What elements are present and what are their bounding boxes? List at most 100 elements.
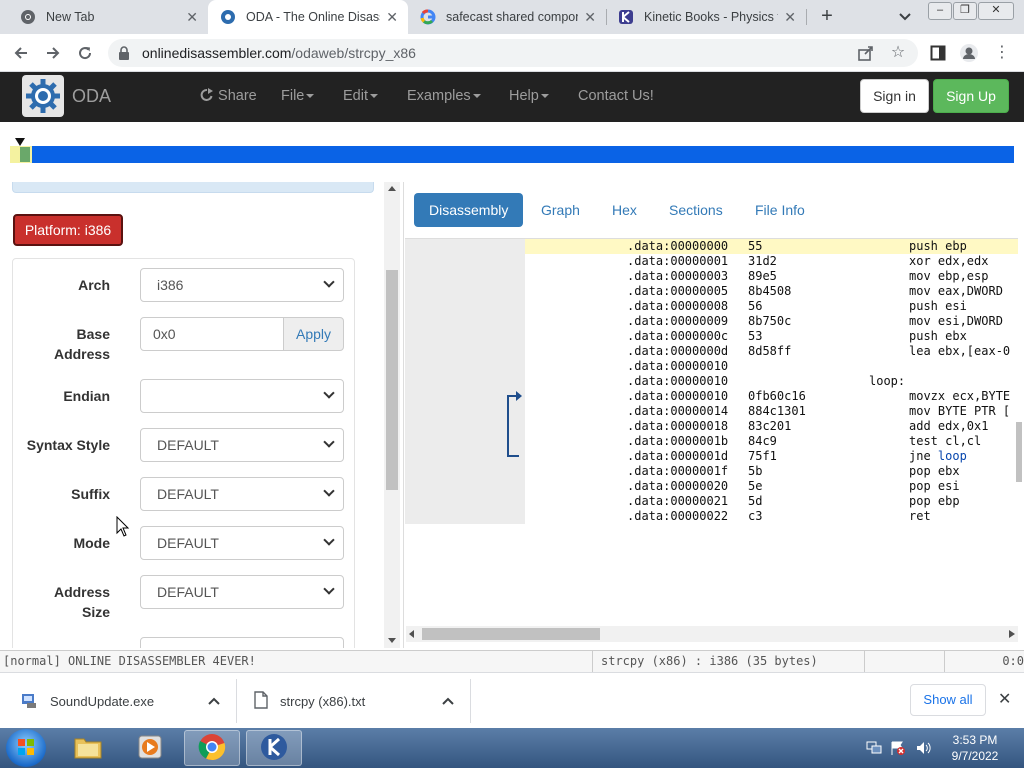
disassembly-line[interactable]: .data:00000020 5e pop esi: [405, 479, 1018, 494]
next-option-select[interactable]: [140, 637, 344, 648]
apply-base-address-button[interactable]: Apply: [283, 317, 344, 351]
mode-select[interactable]: DEFAULT: [140, 526, 344, 560]
disassembly-horizontal-scrollbar[interactable]: [406, 626, 1018, 642]
instruction-bytes: 8b4508: [748, 284, 792, 298]
disassembly-line[interactable]: .data:00000010 0fb60c16 movzx ecx,BYTE: [405, 389, 1018, 404]
menu-contact-us[interactable]: Contact Us!: [578, 88, 654, 104]
new-tab-button[interactable]: +: [815, 5, 839, 29]
close-tab-icon[interactable]: ✕: [784, 9, 796, 26]
scrollbar-thumb[interactable]: [386, 270, 398, 490]
chevron-down-icon[interactable]: [897, 6, 915, 28]
disassembly-line[interactable]: .data:00000001 31d2 xor edx,edx: [405, 254, 1018, 269]
syntax-style-select[interactable]: DEFAULT: [140, 428, 344, 462]
disassembly-line[interactable]: .data:00000010: [405, 359, 1018, 374]
minimize-window-button[interactable]: –: [928, 2, 952, 20]
menu-edit[interactable]: Edit: [343, 88, 378, 104]
timeline-position-marker[interactable]: [15, 138, 25, 146]
close-download-shelf-icon[interactable]: ✕: [998, 689, 1011, 709]
disassembly-line[interactable]: .data:00000009 8b750c mov esi,DWORD: [405, 314, 1018, 329]
taskbar-chrome[interactable]: [184, 730, 240, 766]
disassembly-line[interactable]: .data:00000008 56 push esi: [405, 299, 1018, 314]
disassembly-line[interactable]: .data:00000005 8b4508 mov eax,DWORD: [405, 284, 1018, 299]
taskbar-media-player[interactable]: [122, 730, 178, 766]
action-center-flag-icon[interactable]: [890, 740, 906, 756]
network-icon[interactable]: [866, 741, 882, 755]
oda-brand-text[interactable]: ODA: [72, 86, 111, 107]
jump-target-link[interactable]: loop: [938, 449, 967, 463]
download-item-soundupdate[interactable]: SoundUpdate.exe: [20, 673, 230, 729]
disassembly-line[interactable]: .data:0000000c 53 push ebx: [405, 329, 1018, 344]
back-arrow-icon[interactable]: [10, 42, 32, 64]
tab-graph[interactable]: Graph: [541, 193, 580, 227]
suffix-select[interactable]: DEFAULT: [140, 477, 344, 511]
tab-hex[interactable]: Hex: [612, 193, 637, 227]
platform-button[interactable]: Platform: i386: [13, 214, 123, 246]
code-label[interactable]: loop:: [869, 374, 905, 389]
file-navigation-bar[interactable]: [10, 146, 1014, 163]
disassembly-line[interactable]: .data:0000001b 84c9 test cl,cl: [405, 434, 1018, 449]
taskbar-file-explorer[interactable]: [60, 730, 116, 766]
browser-tab-oda[interactable]: ODA - The Online Disasse ✕: [208, 0, 408, 34]
sign-up-button[interactable]: Sign Up: [933, 79, 1009, 113]
scroll-down-arrow-icon[interactable]: [388, 638, 396, 643]
scrollbar-thumb[interactable]: [1016, 422, 1022, 482]
instruction-bytes: 55: [748, 239, 763, 253]
windows-start-button[interactable]: [6, 729, 46, 767]
disassembly-line[interactable]: .data:00000003 89e5 mov ebp,esp: [405, 269, 1018, 284]
tab-sections[interactable]: Sections: [669, 193, 723, 227]
disassembly-line[interactable]: .data:0000000d 8d58ff lea ebx,[eax-0: [405, 344, 1018, 359]
download-item-strcpy[interactable]: strcpy (x86).txt: [254, 673, 464, 729]
disassembly-vertical-scrollbar[interactable]: [1016, 242, 1022, 482]
show-all-downloads-button[interactable]: Show all: [910, 684, 986, 716]
browser-tab-new-tab[interactable]: New Tab ✕: [8, 0, 208, 34]
menu-examples[interactable]: Examples: [407, 88, 481, 104]
bookmark-star-icon[interactable]: ☆: [887, 42, 909, 64]
menu-help[interactable]: Help: [509, 88, 549, 104]
close-tab-icon[interactable]: ✕: [584, 9, 596, 26]
base-address-input[interactable]: 0x0: [140, 317, 284, 351]
oda-gear-logo-icon[interactable]: [22, 75, 64, 117]
side-panel-icon[interactable]: [927, 42, 949, 64]
close-window-button[interactable]: ✕: [978, 2, 1014, 20]
instruction-address: .data:0000000d: [627, 344, 729, 358]
browser-tab-safecast[interactable]: safecast shared compone ✕: [408, 0, 606, 34]
chevron-up-icon[interactable]: [442, 694, 454, 708]
address-bar[interactable]: onlinedisassembler.com/odaweb/strcpy_x86: [108, 39, 918, 67]
disassembly-line[interactable]: .data:00000000 55 push ebp: [405, 239, 1018, 254]
disassembly-line[interactable]: .data:00000022 c3 ret: [405, 509, 1018, 524]
scroll-up-arrow-icon[interactable]: [388, 186, 396, 191]
volume-icon[interactable]: [916, 741, 932, 755]
browser-tab-kinetic-books[interactable]: Kinetic Books - Physics fo ✕: [606, 0, 806, 34]
close-tab-icon[interactable]: ✕: [186, 9, 198, 26]
disassembly-line[interactable]: .data:00000014 884c1301 mov BYTE PTR [: [405, 404, 1018, 419]
taskbar-clock[interactable]: 3:53 PM 9/7/2022: [940, 732, 1010, 764]
reload-icon[interactable]: [74, 42, 96, 64]
scrollbar-thumb[interactable]: [422, 628, 600, 640]
menu-file[interactable]: File: [281, 88, 315, 104]
menu-share[interactable]: Share: [200, 88, 257, 104]
profile-avatar-icon[interactable]: [958, 42, 980, 64]
disassembly-line[interactable]: .data:00000021 5d pop ebp: [405, 494, 1018, 509]
disassembly-line[interactable]: .data:0000001f 5b pop ebx: [405, 464, 1018, 479]
chevron-up-icon[interactable]: [208, 694, 220, 708]
tab-file-info[interactable]: File Info: [755, 193, 805, 227]
close-tab-icon[interactable]: ✕: [386, 9, 398, 26]
forward-arrow-icon[interactable]: [42, 42, 64, 64]
options-panel-scrollbar[interactable]: [384, 182, 400, 648]
tab-disassembly[interactable]: Disassembly: [414, 193, 524, 227]
scroll-left-arrow-icon[interactable]: [409, 630, 415, 638]
address-size-select[interactable]: DEFAULT: [140, 575, 344, 609]
restore-window-button[interactable]: ❐: [953, 2, 977, 20]
disassembly-line[interactable]: .data:00000010 loop:: [405, 374, 1018, 389]
download-separator: [236, 679, 237, 723]
disassembly-line[interactable]: .data:0000001d 75f1 jne loop: [405, 449, 1018, 464]
taskbar-kinetic-books[interactable]: [246, 730, 302, 766]
arch-select[interactable]: i386: [140, 268, 344, 302]
endian-select[interactable]: [140, 379, 344, 413]
sign-in-button[interactable]: Sign in: [860, 79, 929, 113]
scroll-right-arrow-icon[interactable]: [1009, 630, 1015, 638]
browser-menu-icon[interactable]: ⋮: [991, 42, 1013, 64]
disassembly-line[interactable]: .data:00000018 83c201 add edx,0x1: [405, 419, 1018, 434]
share-page-icon[interactable]: [855, 42, 877, 64]
disassembly-listing[interactable]: .data:00000000 55 push ebp .data:00000001 31…: [405, 238, 1018, 624]
